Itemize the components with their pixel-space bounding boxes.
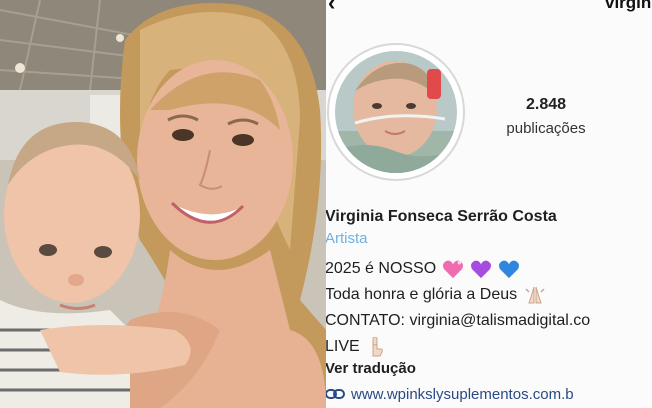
profile-avatar[interactable] [327, 43, 465, 181]
bio-line-3: CONTATO: virginia@talismadigital.co [326, 308, 652, 334]
photo-woman-with-baby [0, 0, 326, 408]
posts-count: 2.848 [525, 96, 567, 113]
arrow-left-icon[interactable]: ‹ [328, 0, 335, 14]
blue-heart-icon [499, 260, 520, 279]
photo-illustration [0, 0, 326, 408]
link-icon [326, 389, 345, 399]
bio-line-2-text: Toda honra e glória a Deus [326, 286, 518, 303]
pink-sparkle-heart-icon [443, 260, 464, 279]
profile-username: virgini [604, 0, 652, 12]
profile-bio: Virginia Fonseca Serrão Costa Artista 20… [326, 208, 652, 404]
bio-line-4-text: LIVE [326, 338, 360, 355]
instagram-profile: ‹ virgini 2.848 publicações Virginia Fon… [326, 0, 652, 408]
profile-website-text: www.wpinkslysuplementos.com.b [351, 385, 574, 403]
see-translation-link[interactable]: Ver tradução [326, 360, 652, 384]
profile-full-name: Virginia Fonseca Serrão Costa [326, 208, 557, 225]
bio-line-4: LIVE [326, 334, 652, 360]
bio-line-1: 2025 é NOSSO [326, 256, 652, 282]
profile-category: Artista [326, 230, 368, 247]
purple-heart-icon [471, 260, 492, 279]
posts-stat[interactable]: 2.848 publicações [476, 96, 616, 137]
praying-hands-icon [525, 286, 545, 304]
posts-label: publicações [506, 120, 586, 137]
bio-line-1-text: 2025 é NOSSO [326, 260, 437, 277]
profile-website-link[interactable]: www.wpinkslysuplementos.com.b [326, 384, 652, 404]
bio-contact-text: CONTATO: virginia@talismadigital.co [326, 312, 591, 329]
bio-line-2: Toda honra e glória a Deus [326, 282, 652, 308]
avatar-image [335, 51, 457, 173]
pointing-down-icon [372, 337, 383, 357]
